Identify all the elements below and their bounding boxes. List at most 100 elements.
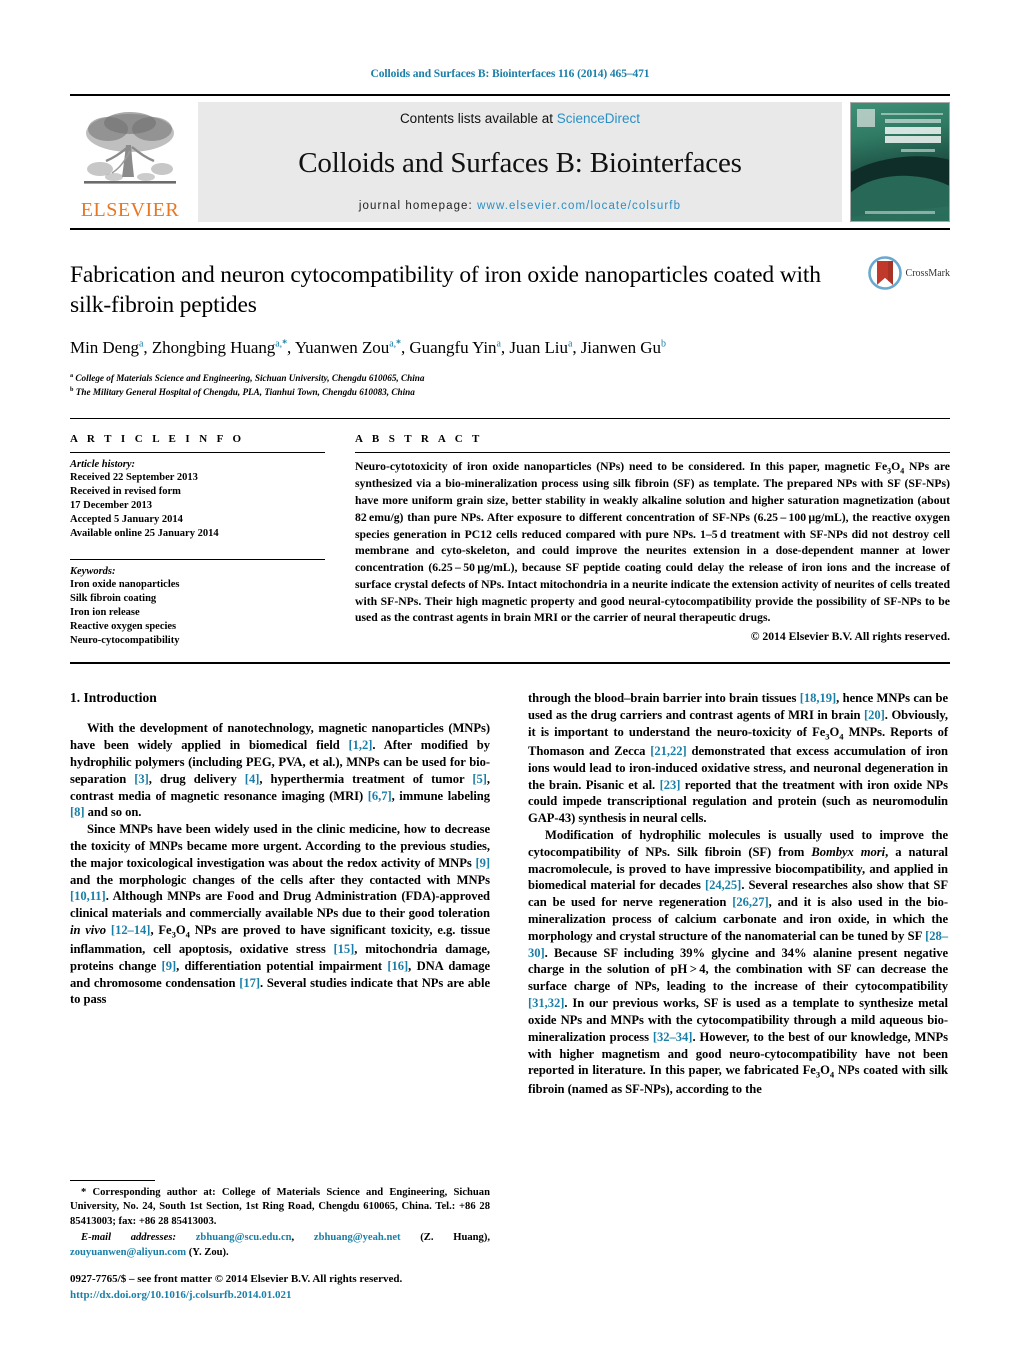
body-paragraph: through the blood–brain barrier into bra… [528, 691, 949, 826]
body-column-left: 1. Introduction With the development of … [70, 690, 490, 1098]
article-history-item: Received 22 September 2013 [70, 471, 198, 483]
email-link[interactable]: zbhuang@yeah.net [314, 1232, 401, 1243]
keyword-item: Iron ion release [70, 607, 140, 619]
elsevier-wordmark: ELSEVIER [80, 199, 180, 221]
citation-ref[interactable]: [32–34] [653, 1030, 693, 1044]
author-affiliation-marker: a [567, 338, 573, 350]
citation-ref[interactable]: [1,2] [349, 738, 373, 752]
citation-ref[interactable]: [17] [239, 976, 260, 990]
abstract-text: Neuro-cytotoxicity of iron oxide nanopar… [355, 459, 950, 625]
citation-ref[interactable]: [5] [472, 772, 487, 786]
article-info-heading: A R T I C L E I N F O [70, 432, 245, 445]
citation-ref[interactable]: [18,19] [800, 691, 836, 705]
author-name: Juan Liu [509, 338, 568, 358]
citation-ref[interactable]: [23] [660, 778, 681, 792]
article-history-item: Received in revised form [70, 485, 181, 497]
crossmark-icon [867, 256, 902, 290]
body-columns: 1. Introduction With the development of … [70, 664, 950, 1098]
author-name: Yuanwen Zou [294, 338, 390, 358]
affiliation-item: b The Military General Hospital of Cheng… [70, 386, 415, 398]
footnote-area: * Corresponding author at: College of Ma… [70, 1180, 490, 1260]
crossmark-badge[interactable]: CrossMark [867, 256, 950, 290]
journal-homepage-link[interactable]: www.elsevier.com/locate/colsurfb [477, 200, 681, 212]
section-heading-introduction: 1. Introduction [70, 690, 157, 706]
affiliation-text: The Military General Hospital of Chengdu… [75, 387, 415, 398]
author-name: Min Deng [70, 338, 140, 358]
author-affiliation-marker: a [496, 338, 501, 350]
citation-ref[interactable]: [10,11] [70, 889, 106, 903]
author-name: Jianwen Gu [580, 338, 661, 358]
citation-ref[interactable]: [24,25] [705, 878, 741, 892]
citation-ref[interactable]: [26,27] [732, 895, 768, 909]
keyword-item: Silk fibroin coating [70, 593, 157, 605]
page-title: Fabrication and neuron cytocompatibility… [70, 262, 821, 319]
journal-homepage-line: journal homepage: www.elsevier.com/locat… [359, 200, 681, 212]
abstract-heading: A B S T R A C T [355, 432, 483, 445]
contents-prefix: Contents lists available at [399, 111, 557, 126]
crossmark-label: CrossMark [905, 267, 950, 279]
affiliation-item: a College of Materials Science and Engin… [70, 372, 425, 384]
email-owner: (Y. Zou). [186, 1246, 229, 1258]
article-history-item: 17 December 2013 [70, 499, 153, 511]
journal-masthead: ELSEVIER Contents lists available at Sci… [70, 94, 950, 230]
citation-ref[interactable]: [9] [475, 856, 490, 870]
running-head: Colloids and Surfaces B: Biointerfaces 1… [370, 68, 650, 80]
citation-ref[interactable]: [6,7] [368, 789, 392, 803]
keyword-item: Reactive oxygen species [70, 621, 177, 633]
citation-ref[interactable]: [9] [162, 959, 177, 973]
body-paragraph: Since MNPs have been widely used in the … [70, 822, 490, 1007]
author-list: Min Denga, Zhongbing Huanga,*, Yuanwen Z… [70, 338, 666, 358]
citation-ref[interactable]: [4] [245, 772, 260, 786]
elsevier-logo: ELSEVIER [70, 102, 190, 222]
body-column-right: through the blood–brain barrier into bra… [528, 690, 948, 1098]
author-affiliation-marker: a [139, 338, 144, 350]
article-history-item: Accepted 5 January 2014 [70, 513, 183, 525]
affiliation-list: a College of Materials Science and Engin… [70, 371, 950, 400]
email-note: E-mail addresses: zbhuang@scu.edu.cn, zb… [70, 1232, 490, 1258]
keywords-label: Keywords: [70, 566, 116, 578]
abstract-column: A B S T R A C T Neuro-cytotoxicity of ir… [355, 433, 950, 649]
footer-copyright-block: 0927-7765/$ – see front matter © 2014 El… [70, 1272, 500, 1304]
author-affiliation-marker: a,* [275, 338, 288, 350]
author-name: Guangfu Yin [409, 338, 497, 358]
keyword-item: Iron oxide nanoparticles [70, 579, 180, 591]
author-name: Zhongbing Huang [151, 338, 276, 358]
homepage-prefix: journal homepage: [358, 200, 473, 212]
citation-ref[interactable]: [31,32] [528, 996, 564, 1010]
citation-ref[interactable]: [16] [387, 959, 408, 973]
body-paragraph: With the development of nanotechnology, … [70, 721, 491, 820]
elsevier-tree-icon [84, 112, 176, 184]
citation-ref[interactable]: [28–30] [528, 929, 948, 960]
email-label: E-mail addresses: [81, 1232, 177, 1244]
email-owner: (Z. Huang), [400, 1232, 490, 1244]
email-link[interactable]: zbhuang@scu.edu.cn [196, 1232, 292, 1243]
paper-page: Colloids and Surfaces B: Biointerfaces 1… [0, 0, 1020, 1351]
contents-available-line: Contents lists available at ScienceDirec… [400, 111, 640, 126]
issn-copyright-line: 0927-7765/$ – see front matter © 2014 El… [70, 1273, 403, 1285]
journal-title: Colloids and Surfaces B: Biointerfaces [298, 146, 742, 179]
citation-ref[interactable]: [21,22] [650, 744, 686, 758]
citation-ref[interactable]: [12–14] [111, 923, 151, 937]
author-affiliation-marker: b [660, 338, 666, 350]
affiliation-text: College of Materials Science and Enginee… [75, 373, 425, 384]
journal-cover-thumbnail [850, 102, 950, 222]
citation-ref[interactable]: [8] [70, 805, 85, 819]
footnote-rule [70, 1180, 155, 1181]
keyword-item: Neuro-cytocompatibility [70, 635, 180, 647]
masthead-center-panel: Contents lists available at ScienceDirec… [198, 102, 842, 222]
abstract-copyright: © 2014 Elsevier B.V. All rights reserved… [750, 630, 950, 644]
article-history-label: Article history: [70, 458, 136, 470]
corresponding-author-note: * Corresponding author at: College of Ma… [70, 1186, 490, 1229]
citation-ref[interactable]: [20] [864, 708, 885, 722]
email-link[interactable]: zouyuanwen@aliyun.com [70, 1247, 186, 1258]
article-history-item: Available online 25 January 2014 [70, 527, 219, 539]
sciencedirect-link[interactable]: ScienceDirect [557, 111, 640, 126]
doi-link[interactable]: http://dx.doi.org/10.1016/j.colsurfb.201… [70, 1288, 500, 1304]
citation-ref[interactable]: [3] [134, 772, 149, 786]
title-block: Fabrication and neuron cytocompatibility… [70, 230, 950, 400]
body-paragraph: Modification of hydrophilic molecules is… [528, 827, 949, 1097]
citation-ref[interactable]: [15] [334, 942, 355, 956]
corresponding-author-text: Corresponding author at: College of Mate… [70, 1187, 490, 1227]
info-abstract-area: A R T I C L E I N F O Article history: R… [70, 419, 950, 649]
author-affiliation-marker: a,* [389, 338, 401, 350]
